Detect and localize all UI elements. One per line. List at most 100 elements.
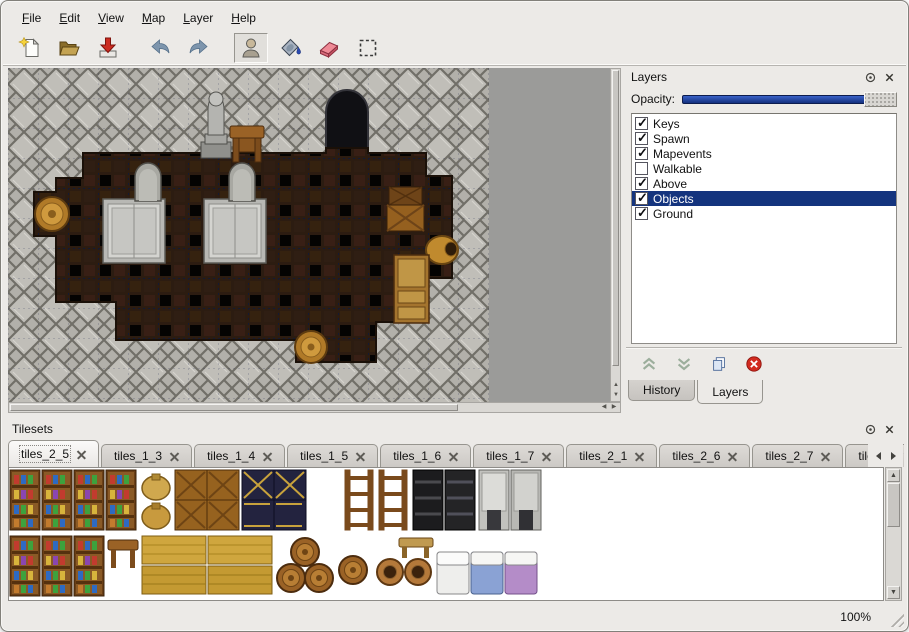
map-vertical-scrollbar[interactable]: ▲ ▼ xyxy=(610,68,621,402)
tab-close-icon[interactable] xyxy=(263,452,272,461)
tileset-tab[interactable]: tiles_1_5 xyxy=(287,444,378,467)
menu-layer[interactable]: Layer xyxy=(174,8,222,28)
scroll-right-icon[interactable]: ▶ xyxy=(609,403,619,412)
tileset-tab[interactable]: tiles_2_6 xyxy=(659,444,750,467)
redo-arrow-icon xyxy=(187,36,211,60)
duplicate-layer-button[interactable] xyxy=(708,353,730,375)
menu-edit[interactable]: Edit xyxy=(50,8,89,28)
float-panel-icon[interactable] xyxy=(863,70,878,84)
tab-close-icon[interactable] xyxy=(77,450,86,459)
tileset-vertical-scrollbar[interactable]: ▲ ▼ xyxy=(885,467,902,601)
tab-label: Layers xyxy=(712,385,748,399)
float-panel-icon[interactable] xyxy=(863,422,878,436)
tileset-tab-label: tiles_1_7 xyxy=(486,449,534,463)
raise-layer-button[interactable] xyxy=(638,353,660,375)
tileset-tab[interactable]: tiles_1_7 xyxy=(473,444,564,467)
tileset-scroll-thumb[interactable] xyxy=(887,483,900,527)
layer-row[interactable]: Mapevents xyxy=(632,146,896,161)
zoom-level: 100% xyxy=(840,610,871,624)
layer-list[interactable]: Keys Spawn Mapevents Walkable Above Obje… xyxy=(631,113,897,344)
close-panel-icon[interactable] xyxy=(882,422,897,436)
layers-panel-titlebar: Layers xyxy=(624,67,904,87)
tab-history[interactable]: History xyxy=(628,380,695,401)
map-crates xyxy=(387,187,424,231)
layer-label: Objects xyxy=(653,192,694,206)
map-empty-area xyxy=(489,68,610,402)
undo-button[interactable] xyxy=(143,33,177,63)
tileset-canvas[interactable] xyxy=(9,468,867,600)
scroll-left-icon[interactable]: ◀ xyxy=(599,403,609,412)
save-map-button[interactable] xyxy=(91,33,125,63)
tileset-tab-label: tiles_2_6 xyxy=(672,449,720,463)
layer-row[interactable]: Spawn xyxy=(632,131,896,146)
tileset-tab-label: tiles_1_6 xyxy=(393,449,441,463)
layer-buttons xyxy=(626,347,902,380)
tab-label: History xyxy=(643,383,680,397)
map-canvas[interactable] xyxy=(8,68,610,402)
layer-visibility-checkbox[interactable] xyxy=(635,117,648,130)
delete-layer-button[interactable] xyxy=(743,353,765,375)
layer-row[interactable]: Keys xyxy=(632,116,896,131)
map-vertical-scroll-thumb[interactable] xyxy=(612,70,619,366)
eraser-icon xyxy=(317,36,341,60)
map-cabinet xyxy=(394,255,429,323)
map-gold-pot xyxy=(426,236,458,264)
tab-close-icon[interactable] xyxy=(356,452,365,461)
layer-visibility-checkbox[interactable] xyxy=(635,132,648,145)
layer-row[interactable]: Walkable xyxy=(632,161,896,176)
tileset-tab[interactable]: tiles_2_1 xyxy=(566,444,657,467)
layer-row[interactable]: Objects xyxy=(632,191,896,206)
menu-help[interactable]: Help xyxy=(222,8,265,28)
lower-layer-button[interactable] xyxy=(673,353,695,375)
scroll-up-icon[interactable]: ▲ xyxy=(887,469,900,482)
layer-visibility-checkbox[interactable] xyxy=(635,162,648,175)
stamp-tool-button[interactable] xyxy=(234,33,268,63)
layer-visibility-checkbox[interactable] xyxy=(635,192,648,205)
map-horizontal-scrollbar[interactable]: ◀ ▶ xyxy=(8,402,621,413)
opacity-slider[interactable] xyxy=(682,90,897,108)
tileset-tab[interactable]: tiles_2_5 xyxy=(8,440,99,467)
close-panel-icon[interactable] xyxy=(882,70,897,84)
tilesets-panel: Tilesets tiles_2_5 tiles_1_3 tiles_1_4 t… xyxy=(5,419,904,605)
fill-tool-button[interactable] xyxy=(273,33,307,63)
select-tool-button[interactable] xyxy=(351,33,385,63)
tileset-tab[interactable]: tiles_2_7 xyxy=(752,444,843,467)
open-map-button[interactable] xyxy=(52,33,86,63)
tileset-tab-label: tiles_2_5 xyxy=(21,447,69,461)
layer-label: Walkable xyxy=(653,162,702,176)
resize-grip[interactable] xyxy=(889,612,904,627)
tab-layers[interactable]: Layers xyxy=(697,380,763,404)
tileset-tab[interactable]: tiles_1_4 xyxy=(194,444,285,467)
menubar: File Edit View Map Layer Help xyxy=(5,6,904,30)
layer-visibility-checkbox[interactable] xyxy=(635,177,648,190)
scroll-up-icon[interactable]: ▲ xyxy=(611,381,621,390)
chevron-right-icon[interactable] xyxy=(887,446,900,465)
opacity-slider-handle[interactable] xyxy=(864,92,897,107)
tab-close-icon[interactable] xyxy=(170,452,179,461)
tab-close-icon[interactable] xyxy=(449,452,458,461)
layer-row[interactable]: Ground xyxy=(632,206,896,221)
layer-row[interactable]: Above xyxy=(632,176,896,191)
eraser-tool-button[interactable] xyxy=(312,33,346,63)
tileset-tab[interactable]: tiles_1_6 xyxy=(380,444,471,467)
tileset-tab[interactable]: tiles_1_3 xyxy=(101,444,192,467)
new-map-button[interactable] xyxy=(13,33,47,63)
toolbar xyxy=(3,31,906,66)
menu-map[interactable]: Map xyxy=(133,8,174,28)
map-horizontal-scroll-thumb[interactable] xyxy=(10,404,458,411)
layers-panel-tabs: History Layers xyxy=(624,380,904,407)
tileset-view xyxy=(8,467,884,601)
redo-button[interactable] xyxy=(182,33,216,63)
tab-close-icon[interactable] xyxy=(821,452,830,461)
menu-view[interactable]: View xyxy=(89,8,133,28)
tab-close-icon[interactable] xyxy=(635,452,644,461)
tab-close-icon[interactable] xyxy=(542,452,551,461)
delete-circle-x-icon xyxy=(745,355,763,373)
menu-file[interactable]: File xyxy=(13,8,50,28)
scroll-down-icon[interactable]: ▼ xyxy=(611,391,621,400)
chevron-left-icon[interactable] xyxy=(871,446,884,465)
tab-close-icon[interactable] xyxy=(728,452,737,461)
scroll-down-icon[interactable]: ▼ xyxy=(887,586,900,599)
layer-visibility-checkbox[interactable] xyxy=(635,207,648,220)
layer-visibility-checkbox[interactable] xyxy=(635,147,648,160)
